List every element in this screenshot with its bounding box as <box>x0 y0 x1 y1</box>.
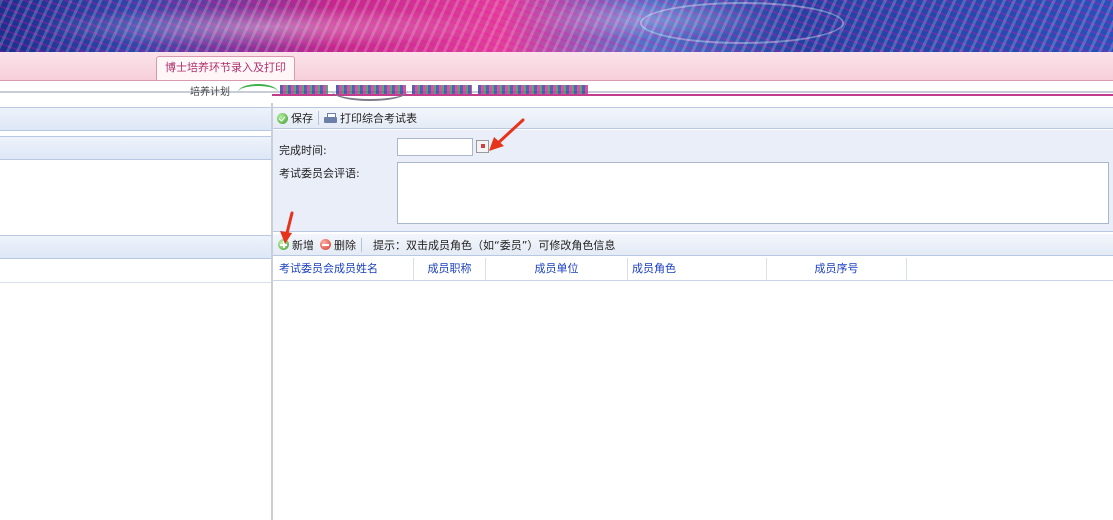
column-header-role[interactable]: 成员角色 <box>628 258 767 280</box>
column-header-sequence[interactable]: 成员序号 <box>767 258 907 280</box>
tab-phd-training-entry[interactable]: 博士培养环节录入及打印 <box>156 56 295 80</box>
tab-strip: 博士培养环节录入及打印 <box>0 52 1113 81</box>
main-toolbar: 保存 打印综合考试表 <box>273 107 1113 129</box>
members-toolbar: 新增 删除 提示：双击成员角色（如“委员”）可修改角色信息 <box>273 234 1113 256</box>
swoosh-decoration <box>238 84 278 100</box>
sub-tab-garbled-4[interactable] <box>478 85 588 94</box>
completion-time-input[interactable] <box>397 138 473 156</box>
toolbar-separator <box>361 237 362 252</box>
banner-swirl <box>640 2 844 44</box>
completion-time-label: 完成时间: <box>279 144 327 157</box>
banner-glow <box>30 6 500 48</box>
print-exam-form-button[interactable]: 打印综合考试表 <box>324 110 417 126</box>
save-button-label: 保存 <box>291 112 313 125</box>
sub-tab-plan[interactable]: 培养计划 <box>190 83 230 98</box>
save-button[interactable]: 保存 <box>277 110 313 126</box>
members-table-header: 考试委员会成员姓名 成员职称 成员单位 成员角色 成员序号 <box>273 258 1113 281</box>
column-header-unit[interactable]: 成员单位 <box>486 258 628 280</box>
committee-comment-label: 考试委员会评语: <box>279 167 360 180</box>
minus-circle-icon <box>320 239 331 250</box>
column-header-title[interactable]: 成员职称 <box>414 258 486 280</box>
printer-icon <box>324 112 337 124</box>
annotation-arrow-add <box>280 211 294 244</box>
annotation-arrow-calendar <box>489 118 525 151</box>
app-banner <box>0 0 1113 52</box>
print-button-label: 打印综合考试表 <box>340 112 417 125</box>
toolbar-separator <box>318 111 319 125</box>
sub-tab-garbled-3[interactable] <box>412 85 472 94</box>
hint-text: 提示：双击成员角色（如“委员”）可修改角色信息 <box>373 238 616 252</box>
left-panel-row[interactable] <box>0 260 271 283</box>
delete-button-label: 删除 <box>334 238 356 252</box>
committee-comment-field[interactable] <box>397 162 1109 224</box>
left-panel-header <box>0 107 271 131</box>
column-header-name[interactable]: 考试委员会成员姓名 <box>273 258 414 280</box>
sub-tab-row: 培养计划 <box>0 81 1113 103</box>
swoosh-decoration-2 <box>332 81 408 101</box>
delete-member-button[interactable]: 删除 <box>320 237 356 253</box>
left-panel-subheader <box>0 136 271 160</box>
exam-form: 完成时间: 考试委员会评语: <box>273 130 1113 232</box>
check-circle-icon <box>277 112 288 124</box>
column-header-spacer <box>907 258 1113 280</box>
left-panel-list-header <box>0 235 271 259</box>
sub-tab-garbled-1[interactable] <box>280 85 328 94</box>
